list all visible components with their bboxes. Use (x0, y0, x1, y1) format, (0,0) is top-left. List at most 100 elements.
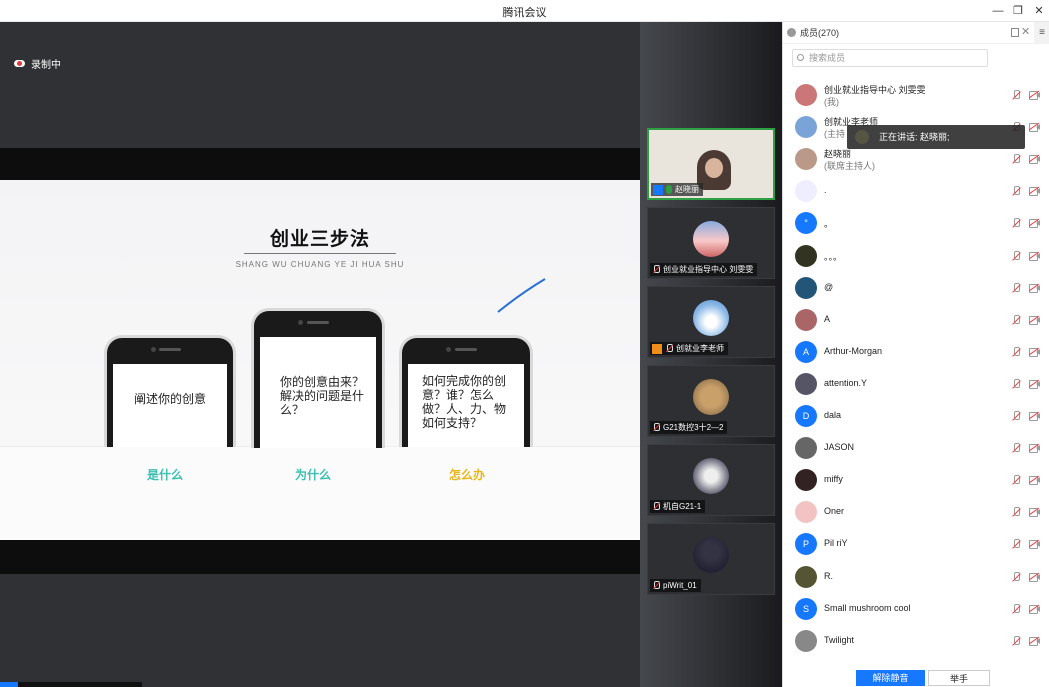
window-title: 腾讯会议 (502, 7, 547, 19)
mic-muted-icon[interactable] (1011, 378, 1021, 389)
member-row[interactable]: A (783, 305, 1049, 337)
close-button[interactable]: ✕ (1031, 3, 1047, 19)
video-tile-active-speaker[interactable]: 赵晓丽 (647, 128, 775, 200)
mic-muted-icon (665, 344, 673, 353)
pen-stroke (497, 278, 546, 313)
member-row[interactable]: miffy (783, 465, 1049, 497)
member-row[interactable]: JASON (783, 433, 1049, 465)
camera-off-icon[interactable] (1028, 347, 1040, 357)
mic-muted-icon (652, 265, 660, 274)
member-avatar (795, 565, 817, 588)
member-avatar: A (795, 340, 817, 363)
member-row[interactable]: Ddala (783, 401, 1049, 433)
member-name: @ (824, 281, 834, 292)
phone-3-text: 如何完成你的创意？谁？怎么做？人、力、物如何支持？ (408, 364, 524, 447)
member-search-input[interactable]: 搜索成员 (792, 49, 988, 67)
user-icon (653, 184, 663, 195)
avatar (693, 379, 729, 415)
member-row[interactable]: . (783, 176, 1049, 208)
minimize-button[interactable]: — (990, 3, 1006, 19)
mic-muted-icon[interactable] (1011, 218, 1021, 228)
panel-menu-icon[interactable]: ≡ (1034, 22, 1049, 44)
video-tile[interactable]: 创业就业指导中心 刘雯雯 (647, 207, 775, 279)
video-tile[interactable]: 机自G21-1 (647, 444, 775, 516)
speaker-avatar (855, 130, 869, 144)
mic-muted-icon[interactable] (1011, 539, 1021, 549)
member-row[interactable]: 创业就业指导中心 刘雯雯 (我) (783, 80, 1049, 112)
camera-off-icon[interactable] (1028, 315, 1040, 325)
member-row[interactable]: Oner (783, 497, 1049, 529)
member-row[interactable]: 。。。 (783, 241, 1049, 273)
mic-muted-icon[interactable] (1011, 314, 1021, 325)
camera-off-icon[interactable] (1028, 540, 1040, 550)
avatar (693, 300, 729, 336)
mic-muted-icon[interactable] (1011, 475, 1021, 485)
mic-muted-icon[interactable] (1011, 282, 1021, 293)
member-avatar (795, 469, 817, 492)
popout-icon[interactable] (1011, 28, 1019, 37)
letterbox-top (0, 148, 640, 180)
members-panel: 成员(270) ✕ ≡ 搜索成员 创业就业指导中心 刘雯雯 (我) 创就业李老师 (主… (782, 22, 1049, 687)
member-row[interactable]: R. (783, 562, 1049, 594)
members-header: 成员(270) ✕ ≡ (783, 22, 1049, 44)
mic-muted-icon[interactable] (1011, 250, 1021, 261)
avatar (693, 458, 729, 494)
member-name: . (824, 185, 827, 196)
member-avatar (795, 276, 817, 299)
member-name: attention.Y (824, 377, 868, 388)
camera-off-icon[interactable] (1028, 154, 1040, 165)
tile-name: 机自G21-1 (663, 502, 702, 511)
camera-off-icon[interactable] (1028, 90, 1040, 100)
mic-muted-icon[interactable] (1011, 507, 1021, 517)
title-underline (244, 253, 396, 254)
member-avatar (795, 501, 817, 524)
camera-off-icon[interactable] (1028, 411, 1040, 421)
mic-muted-icon[interactable] (1011, 571, 1021, 582)
mic-muted-icon[interactable] (1011, 603, 1021, 614)
camera-off-icon[interactable] (1028, 251, 1040, 261)
camera-off-icon[interactable] (1028, 379, 1040, 389)
raise-hand-button[interactable]: 举手 (928, 670, 990, 686)
camera-off-icon[interactable] (1028, 443, 1040, 454)
video-tile[interactable]: piWrit_01 (647, 523, 775, 595)
camera-off-icon[interactable] (1028, 475, 1040, 486)
member-row[interactable]: S Small mushroom cool (783, 594, 1049, 626)
mic-muted-icon (652, 502, 660, 511)
member-avatar (795, 148, 817, 171)
camera-off-icon[interactable] (1028, 283, 1040, 293)
mic-muted-icon[interactable] (1011, 443, 1021, 453)
mic-muted-icon[interactable] (1011, 90, 1021, 100)
mic-muted-icon[interactable] (1011, 635, 1021, 646)
close-panel-icon[interactable]: ✕ (1021, 25, 1030, 38)
member-row[interactable]: Twilight (783, 626, 1049, 658)
member-name: A (824, 313, 831, 324)
video-tile[interactable]: G21数控3十2—2 (647, 365, 775, 437)
recording-indicator[interactable]: 录制中 (14, 56, 61, 71)
member-name: 。。。 (824, 251, 843, 262)
camera-off-icon[interactable] (1028, 572, 1040, 582)
mic-muted-icon[interactable] (1011, 411, 1021, 421)
camera-off-icon[interactable] (1028, 604, 1040, 614)
restore-button[interactable]: ❐ (1010, 3, 1026, 19)
mic-muted-icon[interactable] (1011, 154, 1021, 164)
phone-3: 如何完成你的创意？谁？怎么做？人、力、物如何支持？ (399, 335, 533, 447)
camera-off-icon[interactable] (1028, 122, 1040, 133)
member-avatar (795, 372, 817, 395)
member-row[interactable]: A Arthur-Morgan (783, 337, 1049, 369)
member-avatar (795, 84, 817, 106)
camera-off-icon[interactable] (1028, 507, 1040, 518)
video-tile[interactable]: 创就业李老师 (647, 286, 775, 358)
camera-off-icon[interactable] (1028, 186, 1040, 197)
camera-off-icon[interactable] (1028, 636, 1040, 646)
unmute-all-button[interactable]: 解除静音 (856, 670, 925, 686)
mic-muted-icon[interactable] (1011, 346, 1021, 357)
member-row[interactable]: °。 (783, 208, 1049, 240)
camera-off-icon[interactable] (1028, 219, 1040, 229)
member-row[interactable]: P Pil riY (783, 529, 1049, 561)
member-row[interactable]: attention.Y (783, 369, 1049, 401)
mic-muted-icon[interactable] (1011, 186, 1021, 196)
members-icon (787, 28, 796, 37)
recording-label: 录制中 (31, 60, 61, 71)
member-row[interactable]: @ (783, 273, 1049, 305)
member-avatar (795, 437, 817, 460)
